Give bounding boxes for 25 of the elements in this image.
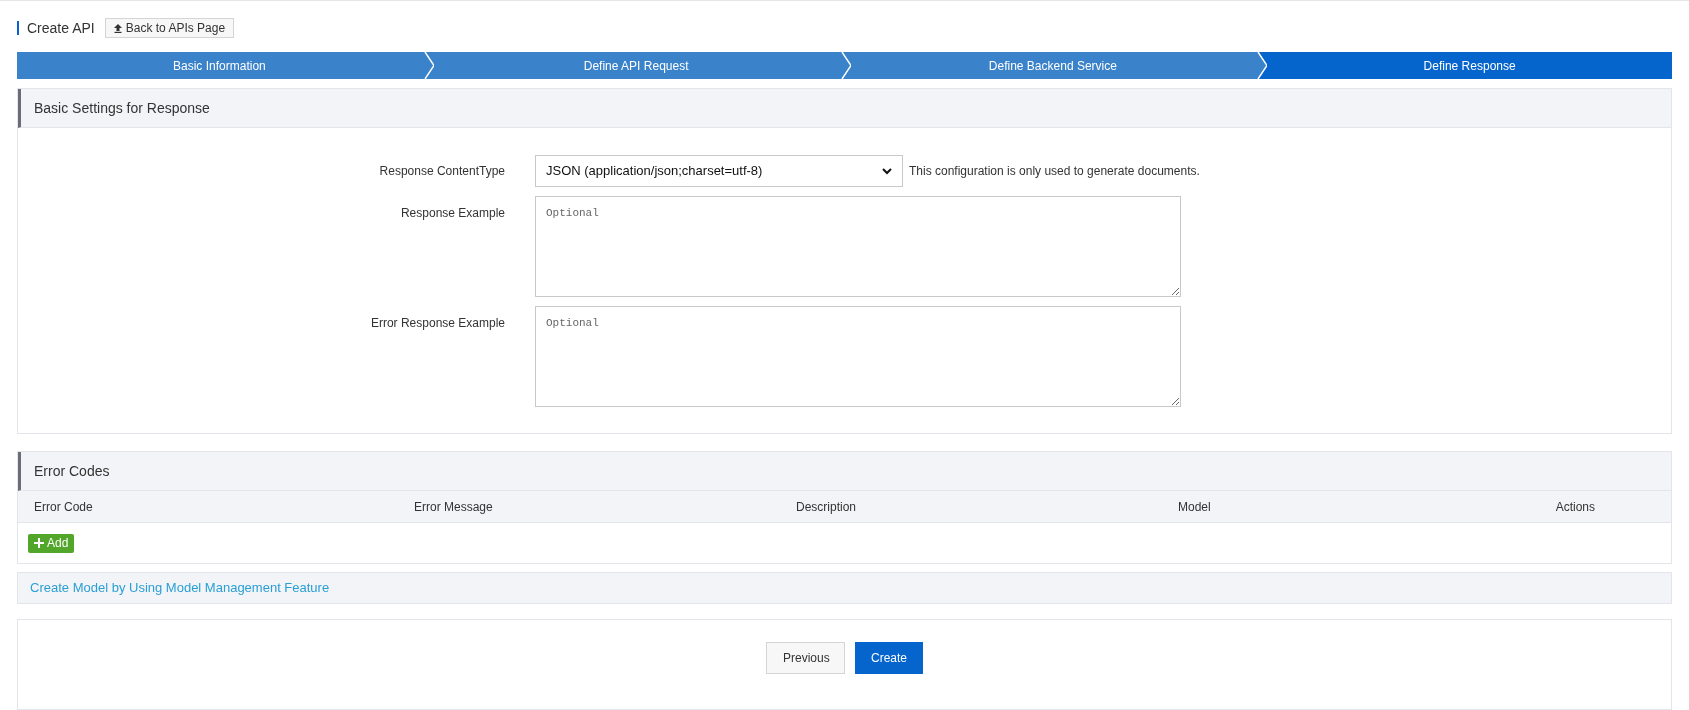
hint-text: This configuration is only used to generate documents.	[909, 163, 1200, 180]
section-header: Error Codes	[18, 452, 1671, 491]
section-header: Basic Settings for Response	[18, 89, 1671, 128]
field-label: Response ContentType	[378, 163, 505, 180]
upload-arrow-icon	[113, 23, 122, 33]
column-header: Error Message	[414, 498, 494, 516]
content-type-select[interactable]: JSON (application/json;charset=utf-8)	[535, 155, 903, 187]
error-response-example-field[interactable]: Optional	[535, 306, 1181, 407]
add-button[interactable]: Add	[28, 533, 75, 553]
back-button[interactable]: Back to APIs Page	[104, 18, 235, 38]
create-button[interactable]: Create	[855, 642, 923, 674]
page-title: Create API	[27, 18, 95, 38]
wizard-step[interactable]: Basic Information	[17, 52, 422, 79]
column-header: Actions	[1555, 498, 1595, 516]
plus-icon	[34, 538, 44, 548]
wizard-step[interactable]: Define API Request	[433, 52, 839, 79]
chevron-down-icon	[882, 167, 892, 175]
field-label: Error Response Example	[369, 315, 505, 332]
previous-button[interactable]: Previous	[766, 642, 845, 674]
column-header: Error Code	[34, 498, 94, 516]
wizard-step[interactable]: Define Response	[1267, 52, 1672, 79]
response-example-field[interactable]: Optional	[535, 196, 1181, 297]
field-label: Response Example	[399, 205, 505, 222]
column-header: Model	[1178, 498, 1212, 516]
column-header: Description	[796, 498, 858, 516]
